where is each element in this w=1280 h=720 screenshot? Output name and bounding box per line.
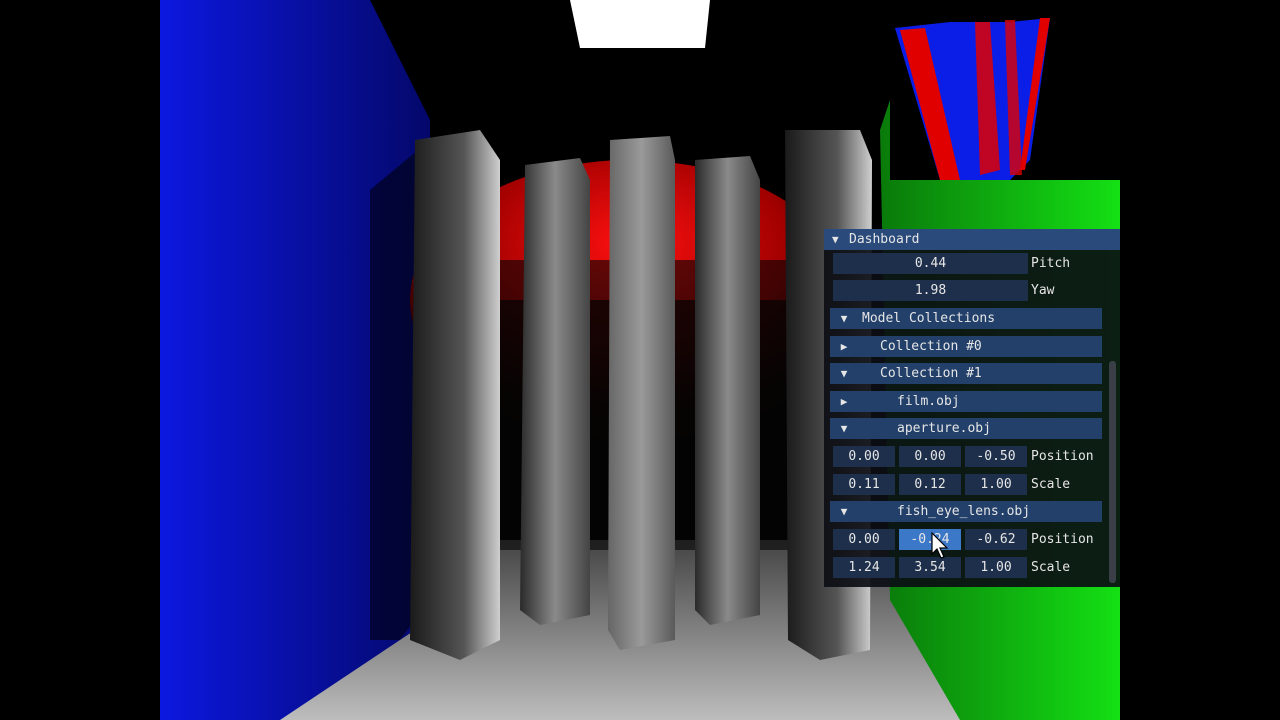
collapsed-triangle-icon: ▶ <box>840 340 848 353</box>
panel-scrollbar[interactable] <box>1109 361 1116 583</box>
fish-eye-lens-obj-label: fish_eye_lens.obj <box>897 504 1031 519</box>
fish-eye-scale-x-input[interactable]: 1.24 <box>833 557 895 578</box>
fish-eye-scale-label: Scale <box>1031 560 1071 575</box>
film-obj-label: film.obj <box>897 394 960 409</box>
yaw-input[interactable]: 1.98 <box>833 280 1028 301</box>
model-collections-label: Model Collections <box>862 311 996 326</box>
aperture-scale-label: Scale <box>1031 477 1071 492</box>
aperture-scale-y-input[interactable]: 0.12 <box>899 474 961 495</box>
aperture-obj-header[interactable]: ▼ aperture.obj <box>830 418 1102 439</box>
collection-1-header[interactable]: ▼ Collection #1 <box>830 363 1102 384</box>
model-collections-header[interactable]: ▼ Model Collections <box>830 308 1102 329</box>
camera-frustum-preview <box>895 18 1050 180</box>
fish-eye-position-y-input[interactable]: -0.24 <box>899 529 961 550</box>
pitch-input[interactable]: 0.44 <box>833 253 1028 274</box>
aperture-scale-x-input[interactable]: 0.11 <box>833 474 895 495</box>
aperture-position-x-input[interactable]: 0.00 <box>833 446 895 467</box>
fish-eye-scale-y-input[interactable]: 3.54 <box>899 557 961 578</box>
mouse-cursor-icon <box>931 532 949 559</box>
fish-eye-lens-obj-header[interactable]: ▼ fish_eye_lens.obj <box>830 501 1102 522</box>
fish-eye-scale-z-input[interactable]: 1.00 <box>965 557 1027 578</box>
aperture-scale-z-input[interactable]: 1.00 <box>965 474 1027 495</box>
collection-0-header[interactable]: ▶ Collection #0 <box>830 336 1102 357</box>
dashboard-title: Dashboard <box>849 232 920 247</box>
fish-eye-position-x-input[interactable]: 0.00 <box>833 529 895 550</box>
fish-eye-position-label: Position <box>1031 532 1094 547</box>
collapse-triangle-icon[interactable]: ▼ <box>832 233 842 246</box>
expanded-triangle-icon: ▼ <box>840 422 848 435</box>
film-obj-header[interactable]: ▶ film.obj <box>830 391 1102 412</box>
expanded-triangle-icon: ▼ <box>840 312 848 325</box>
collection-1-label: Collection #1 <box>880 366 982 381</box>
aperture-position-label: Position <box>1031 449 1094 464</box>
fish-eye-position-z-input[interactable]: -0.62 <box>965 529 1027 550</box>
collection-0-label: Collection #0 <box>880 339 982 354</box>
pitch-label: Pitch <box>1031 256 1071 271</box>
expanded-triangle-icon: ▼ <box>840 367 848 380</box>
aperture-position-y-input[interactable]: 0.00 <box>899 446 961 467</box>
aperture-obj-label: aperture.obj <box>897 421 991 436</box>
dashboard-title-bar[interactable]: ▼ Dashboard <box>824 229 1120 250</box>
dashboard-panel: ▼ Dashboard 0.44 Pitch 1.98 Yaw ▼ Model … <box>824 229 1120 587</box>
expanded-triangle-icon: ▼ <box>840 505 848 518</box>
aperture-position-z-input[interactable]: -0.50 <box>965 446 1027 467</box>
collapsed-triangle-icon: ▶ <box>840 395 848 408</box>
yaw-label: Yaw <box>1031 283 1055 298</box>
